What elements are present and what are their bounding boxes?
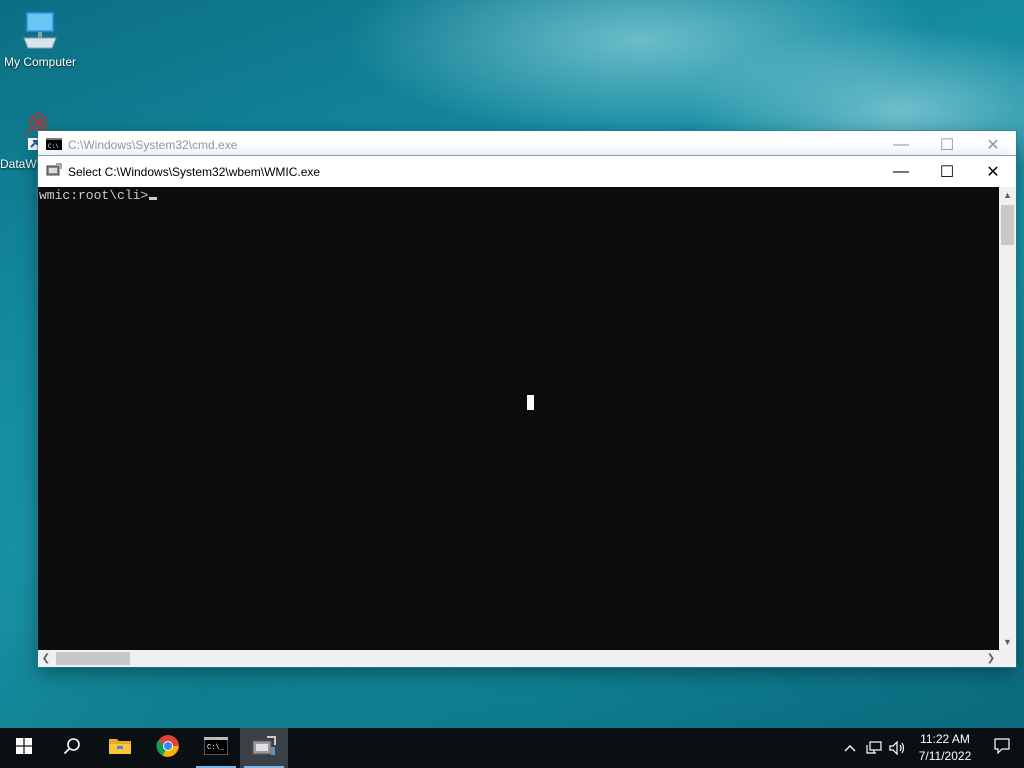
start-button[interactable] bbox=[0, 728, 48, 768]
wmic-window-title: Select C:\Windows\System32\wbem\WMIC.exe bbox=[68, 164, 321, 179]
scroll-down-icon[interactable]: ▼ bbox=[999, 634, 1016, 650]
desktop-icon-label: DataW bbox=[0, 157, 37, 171]
volume-icon[interactable] bbox=[886, 741, 910, 755]
computer-icon bbox=[0, 8, 80, 53]
wmic-minimize-button[interactable]: — bbox=[878, 156, 924, 187]
network-icon[interactable] bbox=[862, 741, 886, 755]
wmic-icon bbox=[46, 163, 62, 180]
wmic-icon bbox=[251, 735, 277, 762]
cmd-icon: C:\ bbox=[46, 137, 62, 153]
scroll-up-icon[interactable]: ▲ bbox=[999, 187, 1016, 203]
clock-date: 7/11/2022 bbox=[918, 749, 972, 763]
show-hidden-icons-chevron-up-icon[interactable] bbox=[838, 744, 862, 752]
wmic-window[interactable]: Select C:\Windows\System32\wbem\WMIC.exe… bbox=[38, 156, 1016, 667]
cmd-close-button[interactable]: ✕ bbox=[970, 131, 1016, 159]
cmd-titlebar[interactable]: C:\ C:\Windows\System32\cmd.exe — ☐ ✕ bbox=[38, 131, 1016, 159]
taskbar-clock[interactable]: 11:22 AM 7/11/2022 bbox=[910, 731, 980, 765]
wmic-maximize-button[interactable]: ☐ bbox=[924, 156, 970, 187]
taskbar: C:\_ 11:22 AM 7/11/2022 bbox=[0, 728, 1024, 768]
action-center-button[interactable] bbox=[980, 737, 1024, 759]
file-explorer-icon bbox=[108, 736, 132, 761]
windows-start-icon bbox=[16, 737, 32, 759]
taskbar-cmd[interactable]: C:\_ bbox=[192, 728, 240, 768]
svg-text:C:\: C:\ bbox=[48, 143, 59, 150]
taskbar-wmic[interactable] bbox=[240, 728, 288, 768]
chrome-icon bbox=[156, 734, 180, 763]
desktop-icon-my-computer[interactable]: My Computer bbox=[0, 8, 80, 69]
notification-icon bbox=[994, 737, 1010, 759]
console-cursor bbox=[149, 197, 158, 200]
cmd-minimize-button[interactable]: — bbox=[878, 131, 924, 159]
wmic-close-button[interactable]: ✕ bbox=[970, 156, 1016, 187]
desktop-icon-dataw[interactable]: DataW bbox=[0, 108, 55, 171]
horizontal-scroll-thumb[interactable] bbox=[56, 652, 130, 665]
search-icon bbox=[63, 737, 81, 760]
scroll-left-icon[interactable]: ❮ bbox=[38, 650, 54, 667]
scrollbar-corner bbox=[999, 650, 1016, 667]
vertical-scroll-thumb[interactable] bbox=[1001, 205, 1014, 245]
taskbar-file-explorer[interactable] bbox=[96, 728, 144, 768]
system-tray: 11:22 AM 7/11/2022 bbox=[838, 728, 1024, 768]
cmd-maximize-button[interactable]: ☐ bbox=[924, 131, 970, 159]
console-output[interactable]: wmic:root\cli> bbox=[38, 187, 999, 650]
cmd-icon: C:\_ bbox=[203, 736, 229, 760]
horizontal-scrollbar[interactable]: ❮ ❯ bbox=[38, 650, 999, 667]
vertical-scrollbar[interactable]: ▲ ▼ bbox=[999, 187, 1016, 650]
mouse-text-caret bbox=[527, 395, 534, 410]
cmd-window-title: C:\Windows\System32\cmd.exe bbox=[68, 138, 238, 152]
scroll-right-icon[interactable]: ❯ bbox=[983, 650, 999, 667]
clock-time: 11:22 AM bbox=[920, 732, 970, 746]
console-prompt: wmic:root\cli> bbox=[39, 188, 149, 203]
svg-text:C:\_: C:\_ bbox=[207, 744, 225, 752]
wmic-titlebar[interactable]: Select C:\Windows\System32\wbem\WMIC.exe… bbox=[38, 156, 1016, 187]
search-button[interactable] bbox=[48, 728, 96, 768]
network-graph-icon bbox=[14, 108, 55, 155]
desktop-icon-label: My Computer bbox=[3, 55, 77, 69]
taskbar-chrome[interactable] bbox=[144, 728, 192, 768]
